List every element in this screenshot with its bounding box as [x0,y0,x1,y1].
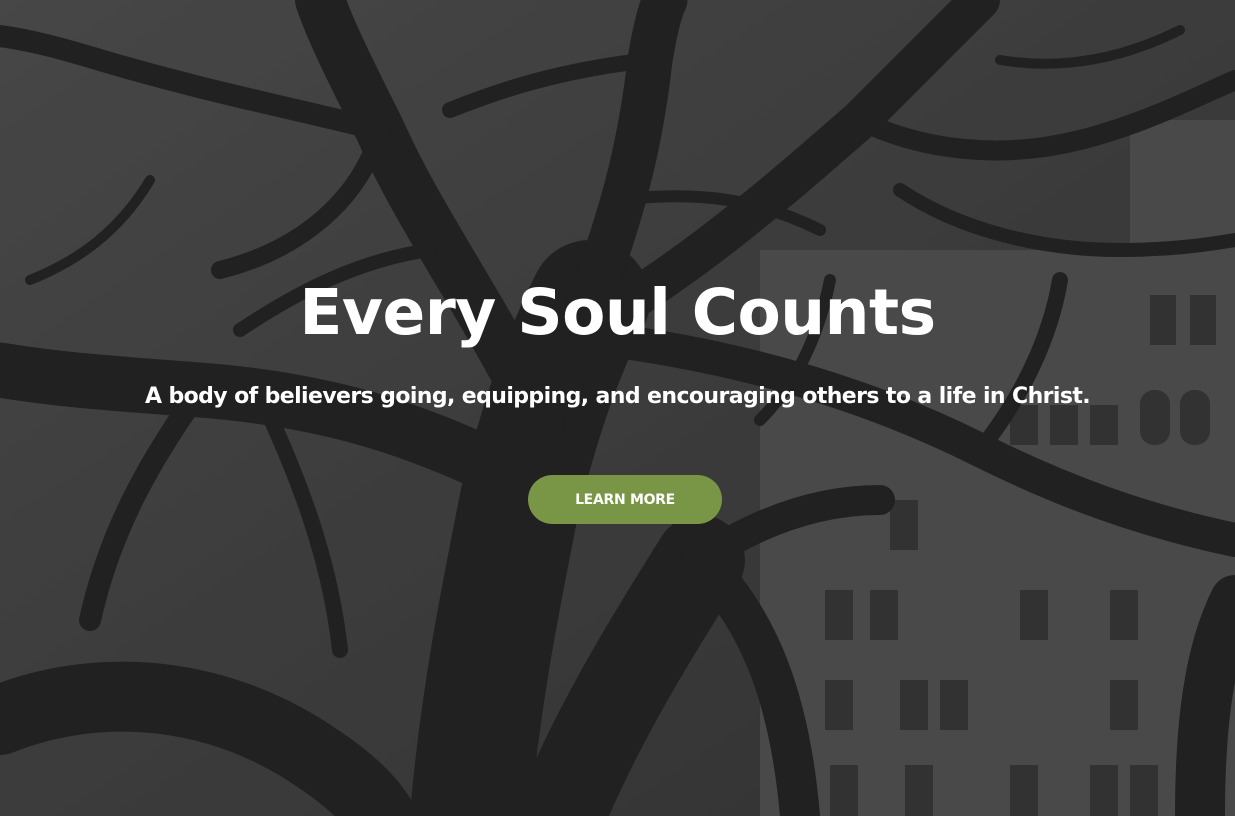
hero-section: Every Soul Counts A body of believers go… [0,0,1235,816]
learn-more-button[interactable]: LEARN MORE [528,475,722,524]
hero-title: Every Soul Counts [299,276,936,349]
hero-content: Every Soul Counts A body of believers go… [0,0,1235,816]
hero-subtitle: A body of believers going, equipping, an… [145,384,1091,409]
